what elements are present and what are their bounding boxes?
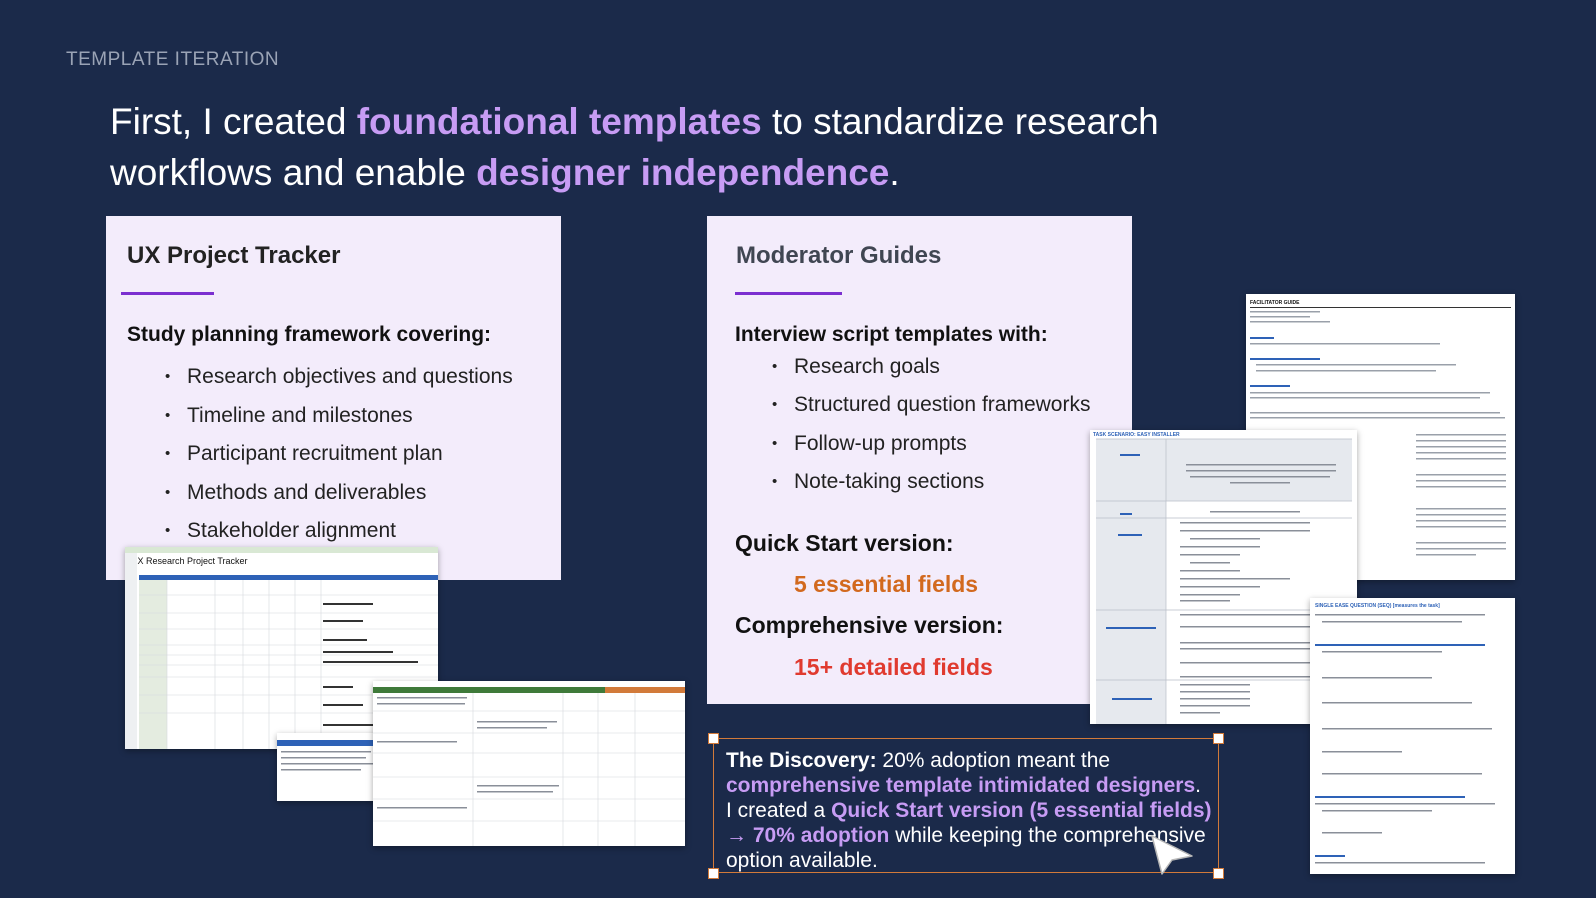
resize-handle-bottom-left[interactable]: [708, 868, 719, 879]
comprehensive-label: Comprehensive version:: [735, 612, 1004, 638]
card-title: Moderator Guides: [736, 242, 942, 269]
quick-start-fields: 5 essential fields: [794, 571, 979, 597]
title-underline: [735, 292, 842, 295]
ux-project-tracker-card: UX Project Tracker Study planning framew…: [106, 216, 561, 580]
comprehensive-fields: 15+ detailed fields: [794, 654, 993, 680]
list-item: Participant recruitment plan: [165, 435, 513, 474]
list-item: Stakeholder alignment: [165, 512, 513, 551]
title-underline: [121, 292, 214, 295]
headline-text-1: First, I created: [110, 101, 357, 142]
list-item: Timeline and milestones: [165, 397, 513, 436]
card-title: UX Project Tracker: [127, 242, 341, 269]
resize-handle-bottom-right[interactable]: [1213, 868, 1224, 879]
list-item: Structured question frameworks: [772, 386, 1090, 425]
eyebrow-label: TEMPLATE ITERATION: [66, 49, 280, 70]
page-headline: First, I created foundational templates …: [110, 96, 1290, 198]
list-item: Methods and deliverables: [165, 474, 513, 513]
recommendations-spreadsheet-thumbnail: [373, 681, 685, 846]
list-item: Research goals: [772, 348, 1090, 387]
seq-questions-thumbnail: SINGLE EASE QUESTION (SEQ) [measures the…: [1310, 598, 1515, 874]
quick-start-label: Quick Start version:: [735, 530, 954, 556]
card-subtitle: Study planning framework covering:: [127, 323, 492, 346]
card-subtitle: Interview script templates with:: [735, 323, 1048, 346]
list-item: Note-taking sections: [772, 463, 1090, 502]
resize-handle-top-right[interactable]: [1213, 733, 1224, 744]
pointer-cursor-icon: [1146, 832, 1198, 881]
list-item: Follow-up prompts: [772, 425, 1090, 464]
moderator-guides-card: Moderator Guides Interview script templa…: [707, 216, 1132, 704]
resize-handle-top-left[interactable]: [708, 733, 719, 744]
discovery-text: The Discovery: 20% adoption meant the co…: [726, 748, 1212, 873]
headline-highlight-1: foundational templates: [356, 101, 762, 142]
discovery-lead: The Discovery:: [726, 749, 877, 772]
headline-text-3: .: [889, 152, 900, 193]
discovery-text-1: 20% adoption meant the: [876, 749, 1111, 772]
tracker-bullet-list: Research objectives and questions Timeli…: [165, 358, 513, 551]
list-item: Research objectives and questions: [165, 358, 513, 397]
discovery-callout[interactable]: The Discovery: 20% adoption meant the co…: [713, 738, 1219, 873]
recommendations-gridlines: [373, 693, 685, 846]
moderator-bullet-list: Research goals Structured question frame…: [772, 348, 1090, 502]
seq-text-lines: [1315, 614, 1495, 864]
discovery-highlight-1: comprehensive template intimidated desig…: [726, 774, 1196, 797]
headline-highlight-2: designer independence: [476, 152, 890, 193]
